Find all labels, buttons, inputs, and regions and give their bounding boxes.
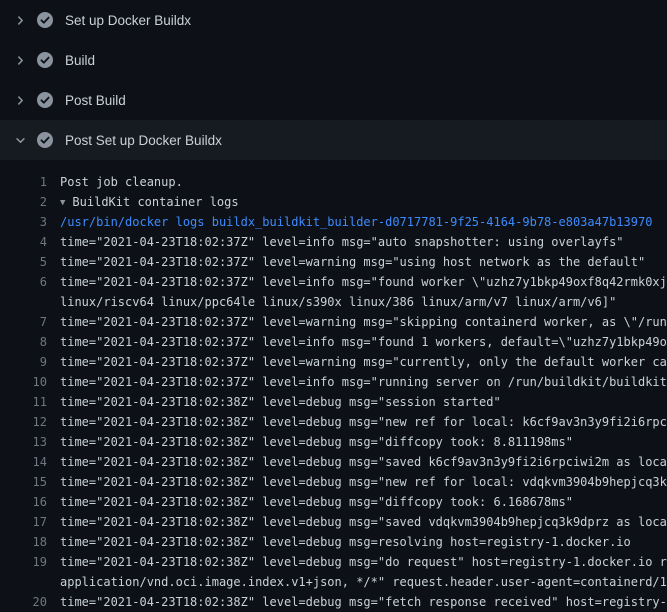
log-line: 9 time="2021-04-23T18:02:37Z" level=warn… (0, 352, 667, 372)
log-line: 6 time="2021-04-23T18:02:37Z" level=info… (0, 272, 667, 292)
log-line: 20 time="2021-04-23T18:02:38Z" level=deb… (0, 592, 667, 612)
log-line-text: Post job cleanup. (60, 172, 183, 192)
log-line: application/vnd.oci.image.index.v1+json,… (0, 572, 667, 592)
log-line-text: time="2021-04-23T18:02:38Z" level=debug … (60, 472, 667, 492)
log-line-number[interactable]: 20 (0, 592, 47, 612)
step-label: Post Build (65, 93, 126, 108)
log-line-text: time="2021-04-23T18:02:38Z" level=debug … (60, 532, 631, 552)
step-header-set-up-docker-buildx[interactable]: Set up Docker Buildx (0, 0, 667, 40)
log-line-text: time="2021-04-23T18:02:38Z" level=debug … (60, 592, 667, 612)
chevron-icon (12, 12, 28, 28)
log-line-number[interactable]: 18 (0, 532, 47, 552)
log-line: 18 time="2021-04-23T18:02:38Z" level=deb… (0, 532, 667, 552)
log-line: 7 time="2021-04-23T18:02:37Z" level=warn… (0, 312, 667, 332)
log-line-text: time="2021-04-23T18:02:38Z" level=debug … (60, 452, 667, 472)
step-header-post-set-up-docker-buildx[interactable]: Post Set up Docker Buildx (0, 120, 667, 160)
log-line-text: time="2021-04-23T18:02:38Z" level=debug … (60, 392, 501, 412)
log-line-number[interactable]: 16 (0, 492, 47, 512)
log-line-number[interactable]: 10 (0, 372, 47, 392)
log-line-text: time="2021-04-23T18:02:38Z" level=debug … (60, 492, 573, 512)
group-toggle-icon[interactable]: ▼ (60, 193, 65, 213)
log-line-number[interactable]: 12 (0, 412, 47, 432)
check-circle-icon (37, 132, 53, 148)
step-label: Set up Docker Buildx (65, 13, 191, 28)
log-line-number[interactable]: 3 (0, 212, 47, 232)
log-line-text: linux/riscv64 linux/ppc64le linux/s390x … (60, 292, 616, 312)
log-line-text: time="2021-04-23T18:02:38Z" level=debug … (60, 512, 667, 532)
log-line-number[interactable]: 6 (0, 272, 47, 292)
log-line: 13 time="2021-04-23T18:02:38Z" level=deb… (0, 432, 667, 452)
log-line-text: time="2021-04-23T18:02:37Z" level=warnin… (60, 312, 667, 332)
chevron-icon (12, 52, 28, 68)
log-line-text: application/vnd.oci.image.index.v1+json,… (60, 572, 667, 592)
log-line-text: /usr/bin/docker logs buildx_buildkit_bui… (60, 212, 652, 232)
step-header-post-build[interactable]: Post Build (0, 80, 667, 120)
log-line: 10 time="2021-04-23T18:02:37Z" level=inf… (0, 372, 667, 392)
check-circle-icon (37, 92, 53, 108)
log-line-number[interactable]: 1 (0, 172, 47, 192)
log-line-text: time="2021-04-23T18:02:38Z" level=debug … (60, 412, 667, 432)
log-line-number[interactable]: 11 (0, 392, 47, 412)
log-line-text[interactable]: ▼BuildKit container logs (60, 192, 239, 212)
log-line: 17 time="2021-04-23T18:02:38Z" level=deb… (0, 512, 667, 532)
log-line-number[interactable]: 2 (0, 192, 47, 212)
log-line-number (0, 572, 47, 592)
log-line: 8 time="2021-04-23T18:02:37Z" level=info… (0, 332, 667, 352)
log-panel: 1 Post job cleanup. 2 ▼BuildKit containe… (0, 172, 667, 612)
log-line: 16 time="2021-04-23T18:02:38Z" level=deb… (0, 492, 667, 512)
log-line: 5 time="2021-04-23T18:02:37Z" level=warn… (0, 252, 667, 272)
check-circle-icon (37, 52, 53, 68)
log-line-number[interactable]: 17 (0, 512, 47, 532)
log-line-number[interactable]: 8 (0, 332, 47, 352)
log-line-text: time="2021-04-23T18:02:37Z" level=info m… (60, 332, 667, 352)
log-line-number[interactable]: 5 (0, 252, 47, 272)
log-line: linux/riscv64 linux/ppc64le linux/s390x … (0, 292, 667, 312)
log-line-text: time="2021-04-23T18:02:37Z" level=info m… (60, 272, 667, 292)
log-line: 19 time="2021-04-23T18:02:38Z" level=deb… (0, 552, 667, 572)
log-line: 12 time="2021-04-23T18:02:38Z" level=deb… (0, 412, 667, 432)
log-line-text: time="2021-04-23T18:02:37Z" level=warnin… (60, 352, 667, 372)
chevron-icon (12, 92, 28, 108)
log-line: 4 time="2021-04-23T18:02:37Z" level=info… (0, 232, 667, 252)
log-line-number[interactable]: 4 (0, 232, 47, 252)
log-line: 3 /usr/bin/docker logs buildx_buildkit_b… (0, 212, 667, 232)
actions-log-viewer: Set up Docker Buildx Build Post Buil (0, 0, 667, 612)
log-line-number[interactable]: 7 (0, 312, 47, 332)
log-line: 15 time="2021-04-23T18:02:38Z" level=deb… (0, 472, 667, 492)
log-line-number (0, 292, 47, 312)
steps-list: Set up Docker Buildx Build Post Buil (0, 0, 667, 160)
log-line-number[interactable]: 15 (0, 472, 47, 492)
log-line-number[interactable]: 19 (0, 552, 47, 572)
log-line-number[interactable]: 14 (0, 452, 47, 472)
log-line-number[interactable]: 13 (0, 432, 47, 452)
step-header-build[interactable]: Build (0, 40, 667, 80)
log-line: 1 Post job cleanup. (0, 172, 667, 192)
log-line-number[interactable]: 9 (0, 352, 47, 372)
log-line: 11 time="2021-04-23T18:02:38Z" level=deb… (0, 392, 667, 412)
check-circle-icon (37, 12, 53, 28)
log-line-text: time="2021-04-23T18:02:38Z" level=debug … (60, 552, 667, 572)
log-line: 2 ▼BuildKit container logs (0, 192, 667, 212)
chevron-icon (12, 132, 28, 148)
log-line-text: time="2021-04-23T18:02:37Z" level=info m… (60, 372, 667, 392)
log-line-text: time="2021-04-23T18:02:37Z" level=warnin… (60, 252, 645, 272)
log-line-text: time="2021-04-23T18:02:37Z" level=info m… (60, 232, 624, 252)
step-label: Post Set up Docker Buildx (65, 133, 222, 148)
log-line-text: time="2021-04-23T18:02:38Z" level=debug … (60, 432, 573, 452)
log-line: 14 time="2021-04-23T18:02:38Z" level=deb… (0, 452, 667, 472)
step-label: Build (65, 53, 95, 68)
